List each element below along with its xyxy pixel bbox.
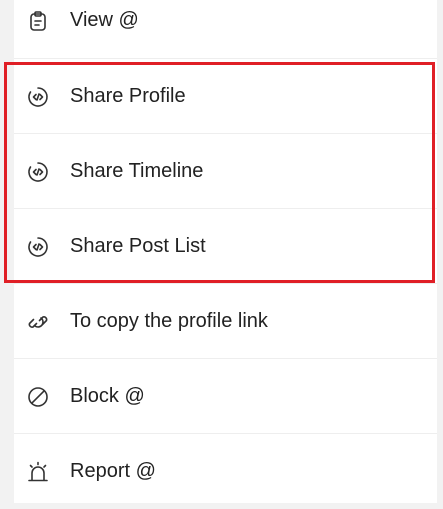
menu-item-label: Block @ — [70, 385, 145, 407]
menu-item-share-timeline[interactable]: Share Timeline — [14, 134, 437, 209]
menu-item-report[interactable]: Report @ — [14, 434, 437, 509]
menu-item-label: View @ — [70, 9, 139, 31]
clipboard-icon — [27, 10, 49, 32]
menu-item-label: Share Profile — [70, 85, 186, 107]
block-icon — [27, 386, 49, 408]
context-menu: View @ Share Profile Share Timeline Shar… — [0, 0, 443, 503]
menu-item-block[interactable]: Block @ — [14, 359, 437, 434]
menu-item-label: To copy the profile link — [70, 310, 268, 332]
alarm-icon — [27, 461, 49, 483]
menu-item-label: Share Post List — [70, 235, 206, 257]
menu-item-share-profile[interactable]: Share Profile — [14, 59, 437, 134]
menu-item-share-post-list[interactable]: Share Post List — [14, 209, 437, 284]
code-share-icon — [27, 86, 49, 108]
menu-item-label: Share Timeline — [70, 160, 204, 182]
menu-item-view[interactable]: View @ — [14, 0, 437, 58]
link-icon — [27, 311, 49, 333]
menu-item-label: Report @ — [70, 460, 156, 482]
code-share-icon — [27, 161, 49, 183]
menu-item-copy-profile-link[interactable]: To copy the profile link — [14, 284, 437, 359]
code-share-icon — [27, 236, 49, 258]
